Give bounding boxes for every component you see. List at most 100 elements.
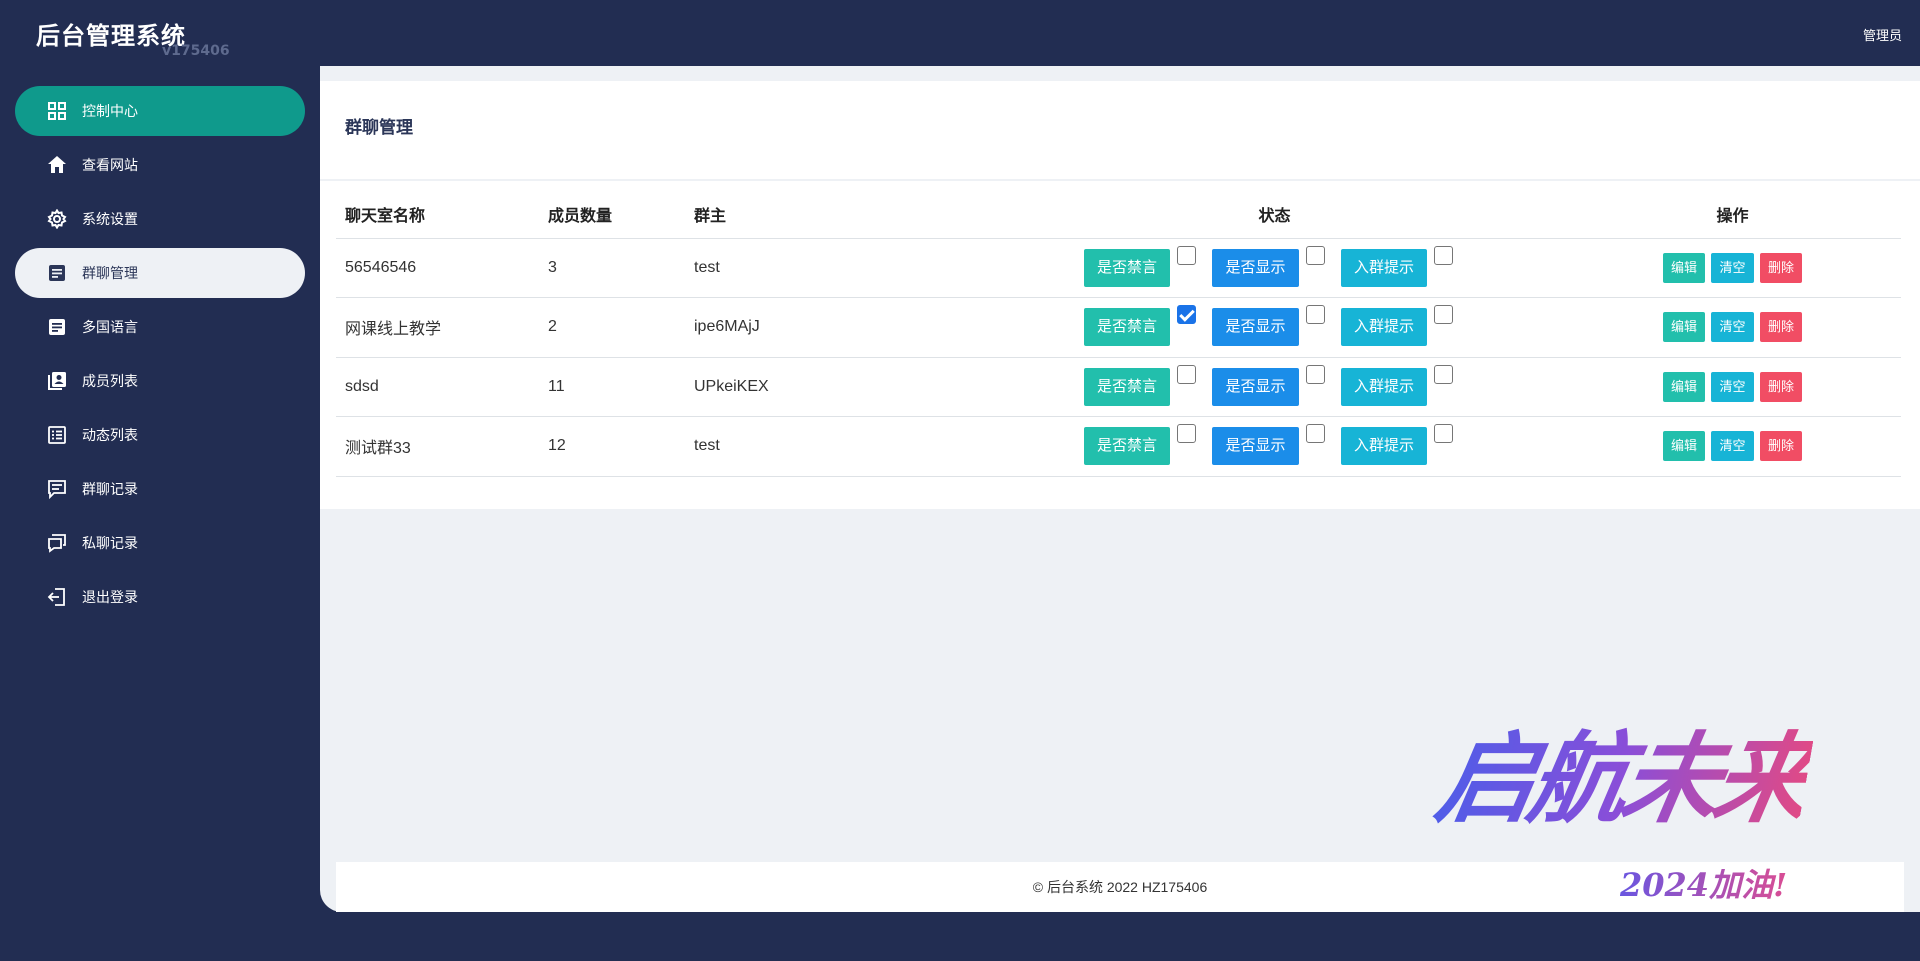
cell-owner: test (685, 416, 985, 477)
logout-icon (46, 586, 68, 608)
column-header-members: 成员数量 (539, 191, 685, 239)
column-header-owner: 群主 (685, 191, 985, 239)
cell-members: 2 (539, 297, 685, 358)
cell-name: 测试群33 (336, 416, 539, 477)
table-header-row: 聊天室名称 成员数量 群主 状态 操作 (336, 191, 1901, 239)
sidebar-item-group-chat[interactable]: 群聊管理 (15, 248, 305, 298)
mute-button[interactable]: 是否禁言 (1084, 427, 1171, 466)
cell-actions: 编辑 清空 删除 (1555, 238, 1901, 298)
sidebar-item-label: 动态列表 (82, 428, 138, 444)
current-user[interactable]: 管理员 (1863, 25, 1902, 44)
chats-icon (46, 532, 68, 554)
table-row: sdsd 11 UPkeiKEX 是否禁言 是否显示 入群提示 编辑 清空 删除 (336, 357, 1901, 417)
group-table: 聊天室名称 成员数量 群主 状态 操作 56546546 3 test 是否禁言… (336, 191, 1901, 477)
mute-checkbox[interactable] (1177, 424, 1197, 444)
chat-icon (46, 478, 68, 500)
sidebar: 控制中心 查看网站 系统设置 群聊管理 多国语言 成员列表 动态列表 群聊记录 … (0, 86, 320, 626)
clear-button[interactable]: 清空 (1711, 252, 1754, 283)
cell-name: 56546546 (336, 238, 539, 298)
cell-name: 网课线上教学 (336, 297, 539, 358)
mute-checkbox[interactable] (1177, 245, 1197, 265)
sidebar-item-label: 系统设置 (82, 212, 138, 228)
sidebar-item-private-records[interactable]: 私聊记录 (15, 518, 305, 568)
cell-actions: 编辑 清空 删除 (1555, 297, 1901, 358)
sidebar-item-members[interactable]: 成员列表 (15, 356, 305, 406)
mute-button[interactable]: 是否禁言 (1084, 367, 1171, 406)
sidebar-item-label: 群聊记录 (82, 482, 138, 498)
sidebar-item-dashboard[interactable]: 控制中心 (15, 86, 305, 136)
show-checkbox[interactable] (1305, 424, 1325, 444)
cell-status: 是否禁言 是否显示 入群提示 (985, 297, 1555, 358)
join-notice-checkbox[interactable] (1433, 305, 1453, 325)
mute-checkbox[interactable] (1177, 364, 1197, 384)
join-notice-button[interactable]: 入群提示 (1340, 427, 1427, 466)
clear-button[interactable]: 清空 (1711, 371, 1754, 402)
app-version: v175406 (162, 43, 230, 59)
show-button[interactable]: 是否显示 (1212, 427, 1299, 466)
show-button[interactable]: 是否显示 (1212, 308, 1299, 347)
sidebar-item-group-records[interactable]: 群聊记录 (15, 464, 305, 514)
main-content: 群聊管理 聊天室名称 成员数量 群主 状态 操作 56546546 3 test… (320, 66, 1920, 912)
sidebar-item-logout[interactable]: 退出登录 (15, 572, 305, 622)
show-checkbox[interactable] (1305, 364, 1325, 384)
sidebar-item-languages[interactable]: 多国语言 (15, 302, 305, 352)
show-checkbox[interactable] (1305, 245, 1325, 265)
edit-button[interactable]: 编辑 (1663, 431, 1706, 462)
cell-members: 3 (539, 238, 685, 298)
clear-button[interactable]: 清空 (1711, 431, 1754, 462)
delete-button[interactable]: 删除 (1759, 312, 1802, 343)
cell-members: 11 (539, 357, 685, 417)
join-notice-button[interactable]: 入群提示 (1340, 308, 1427, 347)
cell-actions: 编辑 清空 删除 (1555, 357, 1901, 417)
join-notice-checkbox[interactable] (1433, 424, 1453, 444)
sidebar-item-label: 查看网站 (82, 158, 138, 174)
edit-button[interactable]: 编辑 (1663, 371, 1706, 402)
gear-icon (46, 208, 68, 230)
contacts-icon (46, 370, 68, 392)
dashboard-icon (46, 100, 68, 122)
sidebar-item-settings[interactable]: 系统设置 (15, 194, 305, 244)
cell-owner: UPkeiKEX (685, 357, 985, 417)
mute-checkbox[interactable] (1177, 305, 1197, 325)
show-button[interactable]: 是否显示 (1212, 367, 1299, 406)
delete-button[interactable]: 删除 (1759, 371, 1802, 402)
column-header-actions: 操作 (1555, 191, 1901, 239)
clear-button[interactable]: 清空 (1711, 312, 1754, 343)
document-icon (46, 262, 68, 284)
sidebar-item-label: 群聊管理 (82, 266, 138, 282)
cell-members: 12 (539, 416, 685, 477)
cell-name: sdsd (336, 357, 539, 417)
edit-button[interactable]: 编辑 (1663, 312, 1706, 343)
sidebar-item-feeds[interactable]: 动态列表 (15, 410, 305, 460)
page-title: 群聊管理 (345, 118, 413, 138)
column-header-status: 状态 (985, 191, 1555, 239)
show-checkbox[interactable] (1305, 305, 1325, 325)
cell-actions: 编辑 清空 删除 (1555, 416, 1901, 477)
cell-owner: ipe6MAjJ (685, 297, 985, 358)
join-notice-checkbox[interactable] (1433, 245, 1453, 265)
edit-button[interactable]: 编辑 (1663, 252, 1706, 283)
sidebar-item-view-site[interactable]: 查看网站 (15, 140, 305, 190)
footer: © 后台系统 2022 HZ175406 (336, 862, 1904, 912)
sidebar-item-label: 成员列表 (82, 374, 138, 390)
mute-button[interactable]: 是否禁言 (1084, 308, 1171, 347)
delete-button[interactable]: 删除 (1759, 252, 1802, 283)
delete-button[interactable]: 删除 (1759, 431, 1802, 462)
mute-button[interactable]: 是否禁言 (1084, 248, 1171, 287)
document-icon (46, 316, 68, 338)
join-notice-button[interactable]: 入群提示 (1340, 248, 1427, 287)
join-notice-button[interactable]: 入群提示 (1340, 367, 1427, 406)
sidebar-item-label: 多国语言 (82, 320, 138, 336)
cell-status: 是否禁言 是否显示 入群提示 (985, 238, 1555, 298)
show-button[interactable]: 是否显示 (1212, 248, 1299, 287)
sidebar-item-label: 私聊记录 (82, 536, 138, 552)
list-icon (46, 424, 68, 446)
home-icon (46, 154, 68, 176)
table-row: 网课线上教学 2 ipe6MAjJ 是否禁言 是否显示 入群提示 编辑 清空 删… (336, 297, 1901, 358)
column-header-name: 聊天室名称 (336, 191, 539, 239)
cell-status: 是否禁言 是否显示 入群提示 (985, 357, 1555, 417)
join-notice-checkbox[interactable] (1433, 364, 1453, 384)
cell-owner: test (685, 238, 985, 298)
page-header-card: 群聊管理 (320, 81, 1920, 179)
table-row: 56546546 3 test 是否禁言 是否显示 入群提示 编辑 清空 删除 (336, 238, 1901, 298)
